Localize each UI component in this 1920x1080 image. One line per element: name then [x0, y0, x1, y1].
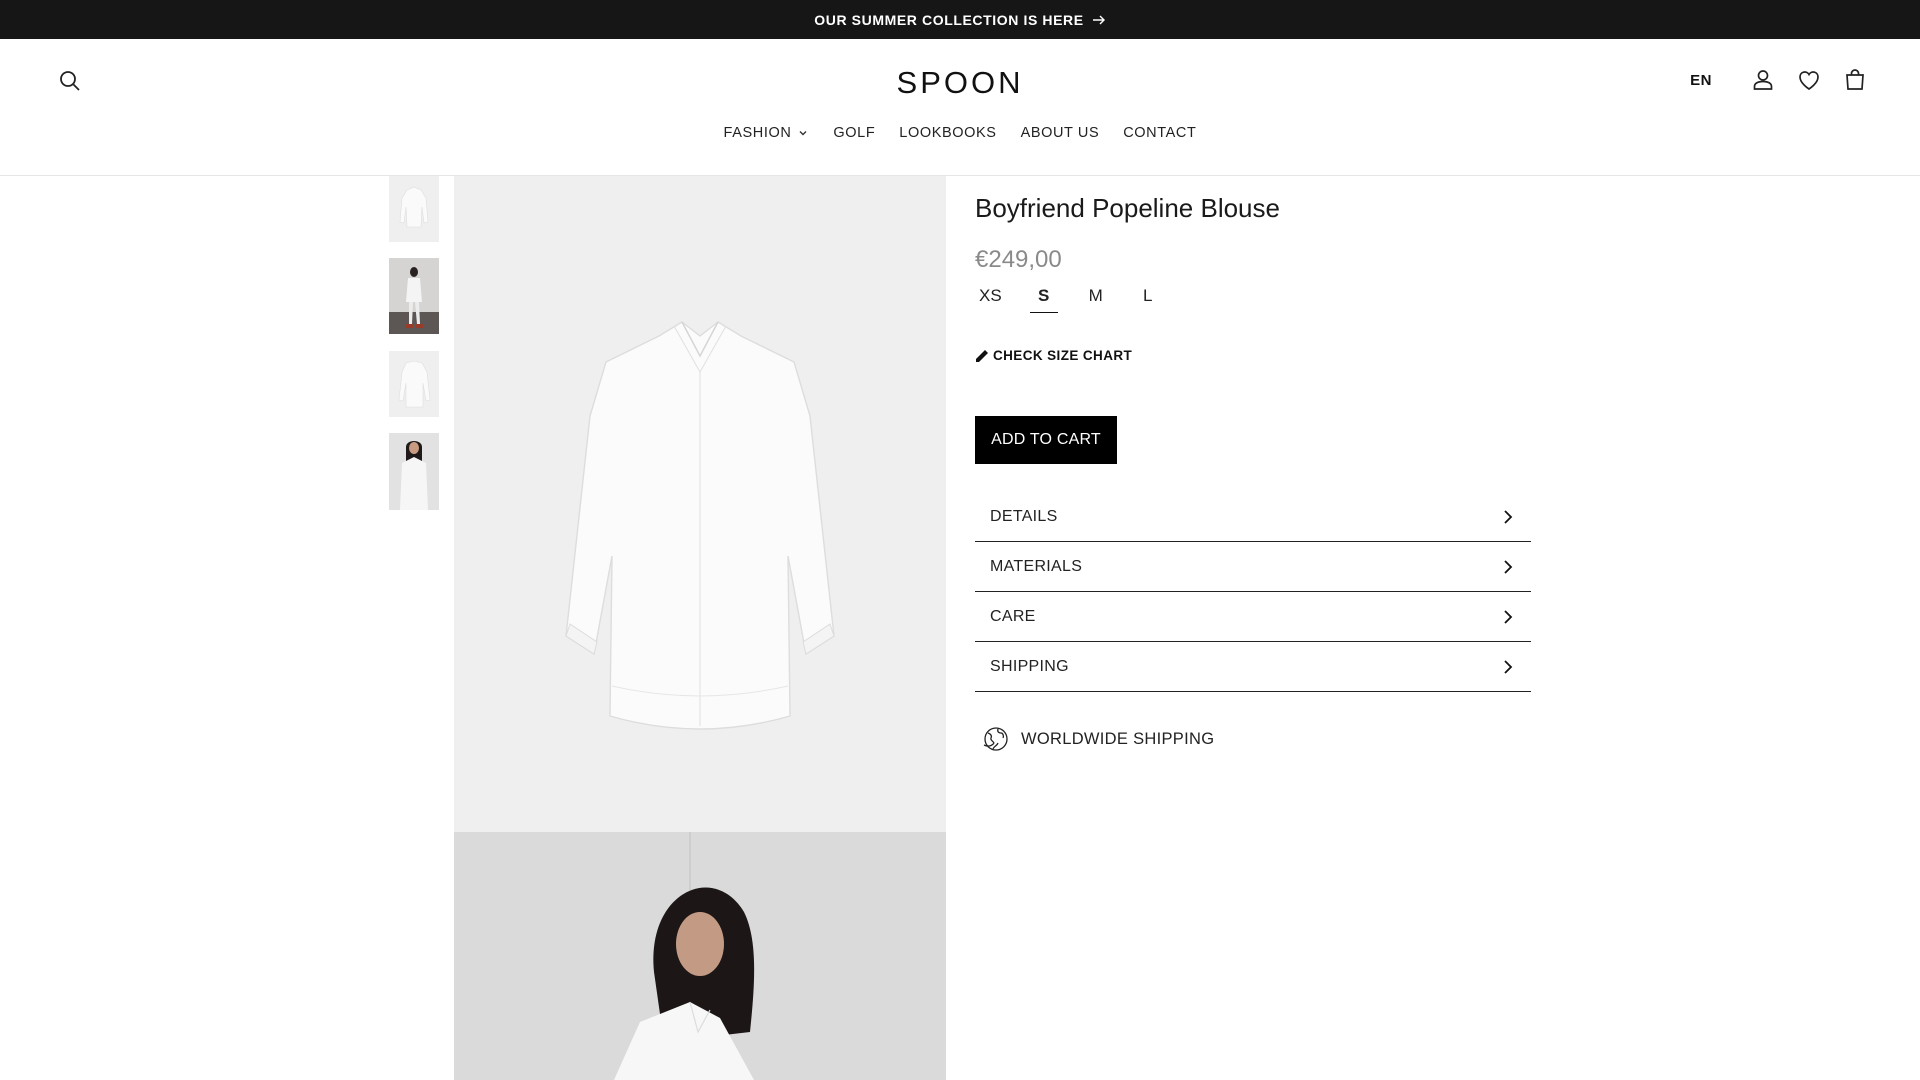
add-to-cart-button[interactable]: ADD TO CART [975, 416, 1117, 464]
thumbnail-1[interactable] [389, 176, 439, 242]
ruler-icon [976, 349, 988, 362]
header-actions: EN [1690, 67, 1868, 93]
chevron-right-icon [1504, 659, 1513, 674]
logo[interactable]: SPOON [884, 63, 1036, 101]
nav-item-about-us[interactable]: ABOUT US [1021, 125, 1100, 141]
accordion-label: SHIPPING [990, 657, 1069, 675]
chevron-right-icon [1504, 509, 1513, 524]
thumbnail-3[interactable] [389, 351, 439, 417]
model-closeup-image [389, 433, 439, 510]
product-title: Boyfriend Popeline Blouse [975, 193, 1280, 223]
arrow-right-icon [1092, 15, 1105, 24]
language-selector[interactable]: EN [1690, 72, 1712, 89]
size-option-m[interactable]: M [1082, 286, 1110, 313]
announcement-text: OUR SUMMER COLLECTION IS HERE [814, 11, 1084, 28]
nav-label: ABOUT US [1020, 125, 1100, 141]
thumbnail-4[interactable] [389, 433, 439, 510]
main-nav: FASHION GOLF LOOKBOOKS ABOUT US CONTACT [0, 125, 1920, 141]
search-icon[interactable] [58, 69, 82, 93]
shipping-note-text: WORLDWIDE SHIPPING [1021, 729, 1215, 748]
nav-label: CONTACT [1123, 125, 1197, 141]
nav-item-contact[interactable]: CONTACT [1123, 125, 1196, 141]
accordion-care[interactable]: CARE [975, 592, 1531, 642]
nav-label: GOLF [833, 125, 876, 141]
nav-item-fashion[interactable]: FASHION [724, 125, 810, 141]
accordion-label: CARE [990, 607, 1036, 625]
size-selector: XS S M L [975, 286, 1162, 313]
accordion-details[interactable]: DETAILS [975, 492, 1531, 542]
chevron-right-icon [1504, 559, 1513, 574]
main-product-image[interactable] [454, 176, 946, 832]
chevron-right-icon [1504, 609, 1513, 624]
site-header: SPOON EN FASHION GOLF LOOKBOOKS ABOUT US… [0, 39, 1920, 176]
accordion-shipping[interactable]: SHIPPING [975, 642, 1531, 692]
logo-text: SPOON [897, 65, 1024, 100]
secondary-product-image[interactable] [454, 832, 946, 1080]
globe-icon [983, 727, 1008, 751]
nav-label: LOOKBOOKS [899, 125, 997, 141]
size-option-l[interactable]: L [1134, 286, 1162, 313]
size-option-xs[interactable]: XS [975, 286, 1006, 313]
accordion-label: MATERIALS [990, 557, 1083, 575]
model-image [389, 258, 439, 334]
product-price: €249,00 [975, 246, 1062, 273]
announcement-bar[interactable]: OUR SUMMER COLLECTION IS HERE [0, 0, 1920, 39]
model-image [454, 832, 946, 1080]
size-chart-label: CHECK SIZE CHART [993, 348, 1133, 363]
size-option-s[interactable]: S [1029, 286, 1058, 313]
heart-icon[interactable] [1796, 67, 1822, 93]
shirt-image [389, 176, 439, 242]
accordion-materials[interactable]: MATERIALS [975, 542, 1531, 592]
thumbnail-2[interactable] [389, 258, 439, 334]
nav-item-golf[interactable]: GOLF [833, 125, 875, 141]
nav-label: FASHION [723, 125, 792, 141]
product-accordion: DETAILS MATERIALS CARE SHIPPING [975, 492, 1531, 692]
nav-item-lookbooks[interactable]: LOOKBOOKS [899, 125, 996, 141]
shirt-back-image [389, 351, 439, 417]
shirt-image [454, 176, 946, 832]
cart-icon[interactable] [1842, 67, 1868, 93]
chevron-down-icon [799, 131, 807, 136]
account-icon[interactable] [1750, 67, 1776, 93]
size-chart-link[interactable]: CHECK SIZE CHART [975, 348, 1132, 363]
worldwide-shipping-note: WORLDWIDE SHIPPING [981, 724, 1214, 754]
accordion-label: DETAILS [990, 507, 1058, 525]
